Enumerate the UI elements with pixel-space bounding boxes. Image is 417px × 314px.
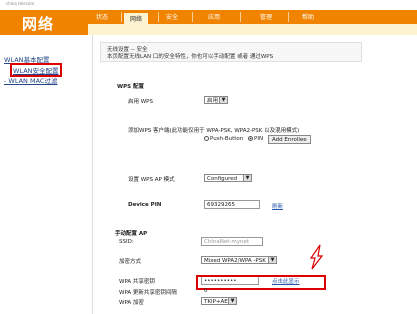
highlight-box bbox=[196, 275, 326, 290]
wps-ap-mode-select[interactable]: Configured ▼ bbox=[204, 174, 252, 182]
wps-ap-mode-value: Configured bbox=[207, 176, 238, 182]
tab-applications[interactable]: 应用 bbox=[208, 12, 220, 21]
sidebar-item-wlan-mac-filter[interactable]: - WLAN MAC过滤 bbox=[4, 75, 57, 85]
chevron-down-icon: ▼ bbox=[243, 175, 251, 181]
tab-help[interactable]: 帮助 bbox=[302, 12, 314, 21]
wps-enable-label: 启用 WPS bbox=[128, 99, 153, 105]
nav-divider bbox=[192, 12, 193, 22]
encryption-select[interactable]: Mixed WPA2/WPA -PSK ▼ bbox=[201, 256, 277, 264]
top-nav: 状态 网络 安全 应用 管理 帮助 bbox=[88, 10, 417, 24]
wps-enable-select[interactable]: 启用 ▼ bbox=[204, 96, 228, 104]
nav-divider bbox=[288, 12, 289, 22]
chevron-down-icon: ▼ bbox=[228, 298, 236, 304]
wps-ap-mode-label: 设置 WPS AP 模式 bbox=[128, 177, 175, 183]
radio-pin-label: PIN bbox=[254, 136, 264, 142]
wpa-renew-value: 0 bbox=[204, 288, 208, 294]
device-pin-field[interactable]: 69329265 bbox=[204, 200, 260, 209]
wps-radio-group: Push-Button PIN bbox=[204, 136, 263, 142]
encryption-label: 加密方式 bbox=[119, 259, 142, 265]
device-pin-label: Device PIN bbox=[128, 202, 162, 208]
info-notice: 无线设置 -- 安全 本页配置无线LAN 口的安全特性，你也可以手动配置 或者 … bbox=[100, 42, 362, 62]
radio-pin[interactable] bbox=[248, 136, 254, 141]
logo-text: china telecom bbox=[6, 1, 35, 6]
section-title: 网络 bbox=[22, 15, 55, 33]
chevron-down-icon: ▼ bbox=[219, 97, 227, 103]
wpa-key-label: WPA 共享密钥 bbox=[119, 279, 155, 285]
nav-divider bbox=[121, 12, 122, 22]
notice-text: 本页配置无线LAN 口的安全特性，你也可以手动配置 或者 通过WPS bbox=[107, 54, 274, 60]
tab-network[interactable]: 网络 bbox=[124, 13, 149, 24]
radio-push-button[interactable] bbox=[204, 136, 209, 141]
encryption-value: Mixed WPA2/WPA -PSK bbox=[204, 258, 266, 264]
section-header: 网络 bbox=[0, 10, 88, 35]
add-enrollee-button[interactable]: Add Enrollee bbox=[268, 135, 311, 144]
wpa-renew-label: WPA 更新共享密钥间隔 bbox=[119, 290, 177, 296]
refresh-pin-link[interactable]: 刷新 bbox=[272, 202, 283, 210]
top-strip: china telecom bbox=[0, 0, 417, 10]
chevron-down-icon: ▼ bbox=[268, 257, 276, 263]
sidebar: WLAN基本配置 WLAN安全配置 - WLAN MAC过滤 bbox=[0, 35, 88, 314]
wpa-encryption-label: WPA 加密 bbox=[119, 300, 144, 306]
tab-status[interactable]: 状态 bbox=[96, 12, 108, 21]
radio-push-label: Push-Button bbox=[210, 136, 244, 142]
wps-add-client-label: 添加WPS 客户端(此功能仅用于 WPA-PSK, WPA2-PSK 以及混用模… bbox=[128, 128, 300, 134]
nav-divider bbox=[158, 12, 159, 22]
tab-management[interactable]: 管理 bbox=[260, 12, 272, 21]
nav-divider bbox=[240, 12, 241, 22]
wps-enable-value: 启用 bbox=[207, 98, 219, 104]
wps-section-title: WPS 配置 bbox=[117, 84, 144, 90]
ssid-field[interactable]: ChinaNet-mynet bbox=[201, 237, 263, 246]
tab-security[interactable]: 安全 bbox=[166, 12, 178, 21]
ssid-label: SSID: bbox=[119, 239, 134, 245]
wpa-encryption-select[interactable]: TKIP+AES ▼ bbox=[201, 297, 237, 305]
sub-nav-bar bbox=[88, 24, 417, 35]
manual-ap-section-title: 手动配置 AP bbox=[115, 231, 148, 237]
red-arrow-icon bbox=[309, 244, 324, 270]
